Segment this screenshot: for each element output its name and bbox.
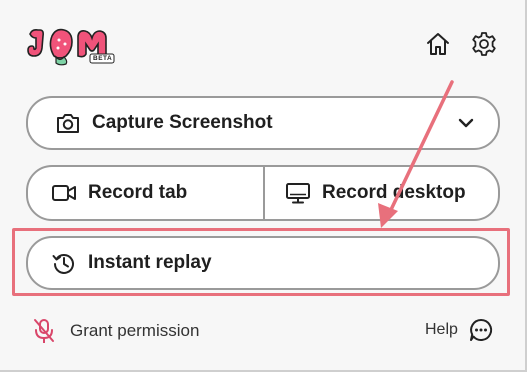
capture-screenshot-label: Capture Screenshot (92, 112, 273, 133)
jam-logo: BETA (26, 26, 116, 66)
logo-badge: BETA (93, 55, 113, 62)
home-icon (427, 33, 449, 55)
help-label: Help (425, 321, 458, 338)
gear-icon (472, 32, 496, 56)
help-button[interactable]: Help (425, 317, 494, 343)
record-desktop-button[interactable]: Record desktop (266, 167, 500, 219)
microphone-off-icon (32, 317, 58, 345)
record-divider (263, 167, 265, 219)
record-desktop-label: Record desktop (322, 182, 466, 203)
instant-replay-label: Instant replay (88, 252, 212, 273)
instant-replay-button[interactable]: Instant replay (26, 236, 500, 290)
monitor-icon (284, 179, 312, 207)
record-tab-button[interactable]: Record tab (28, 167, 264, 219)
camera-icon (54, 109, 82, 137)
settings-button[interactable] (470, 30, 498, 58)
record-tab-label: Record tab (88, 182, 188, 203)
chat-bubble-icon (468, 317, 494, 343)
grant-permission-link[interactable]: Grant permission (32, 317, 199, 345)
grant-permission-label: Grant permission (70, 321, 200, 340)
chevron-down-icon[interactable] (452, 109, 480, 137)
capture-screenshot-button[interactable]: Capture Screenshot (26, 96, 500, 150)
video-camera-icon (50, 179, 78, 207)
home-button[interactable] (424, 30, 452, 58)
history-icon (50, 249, 78, 277)
